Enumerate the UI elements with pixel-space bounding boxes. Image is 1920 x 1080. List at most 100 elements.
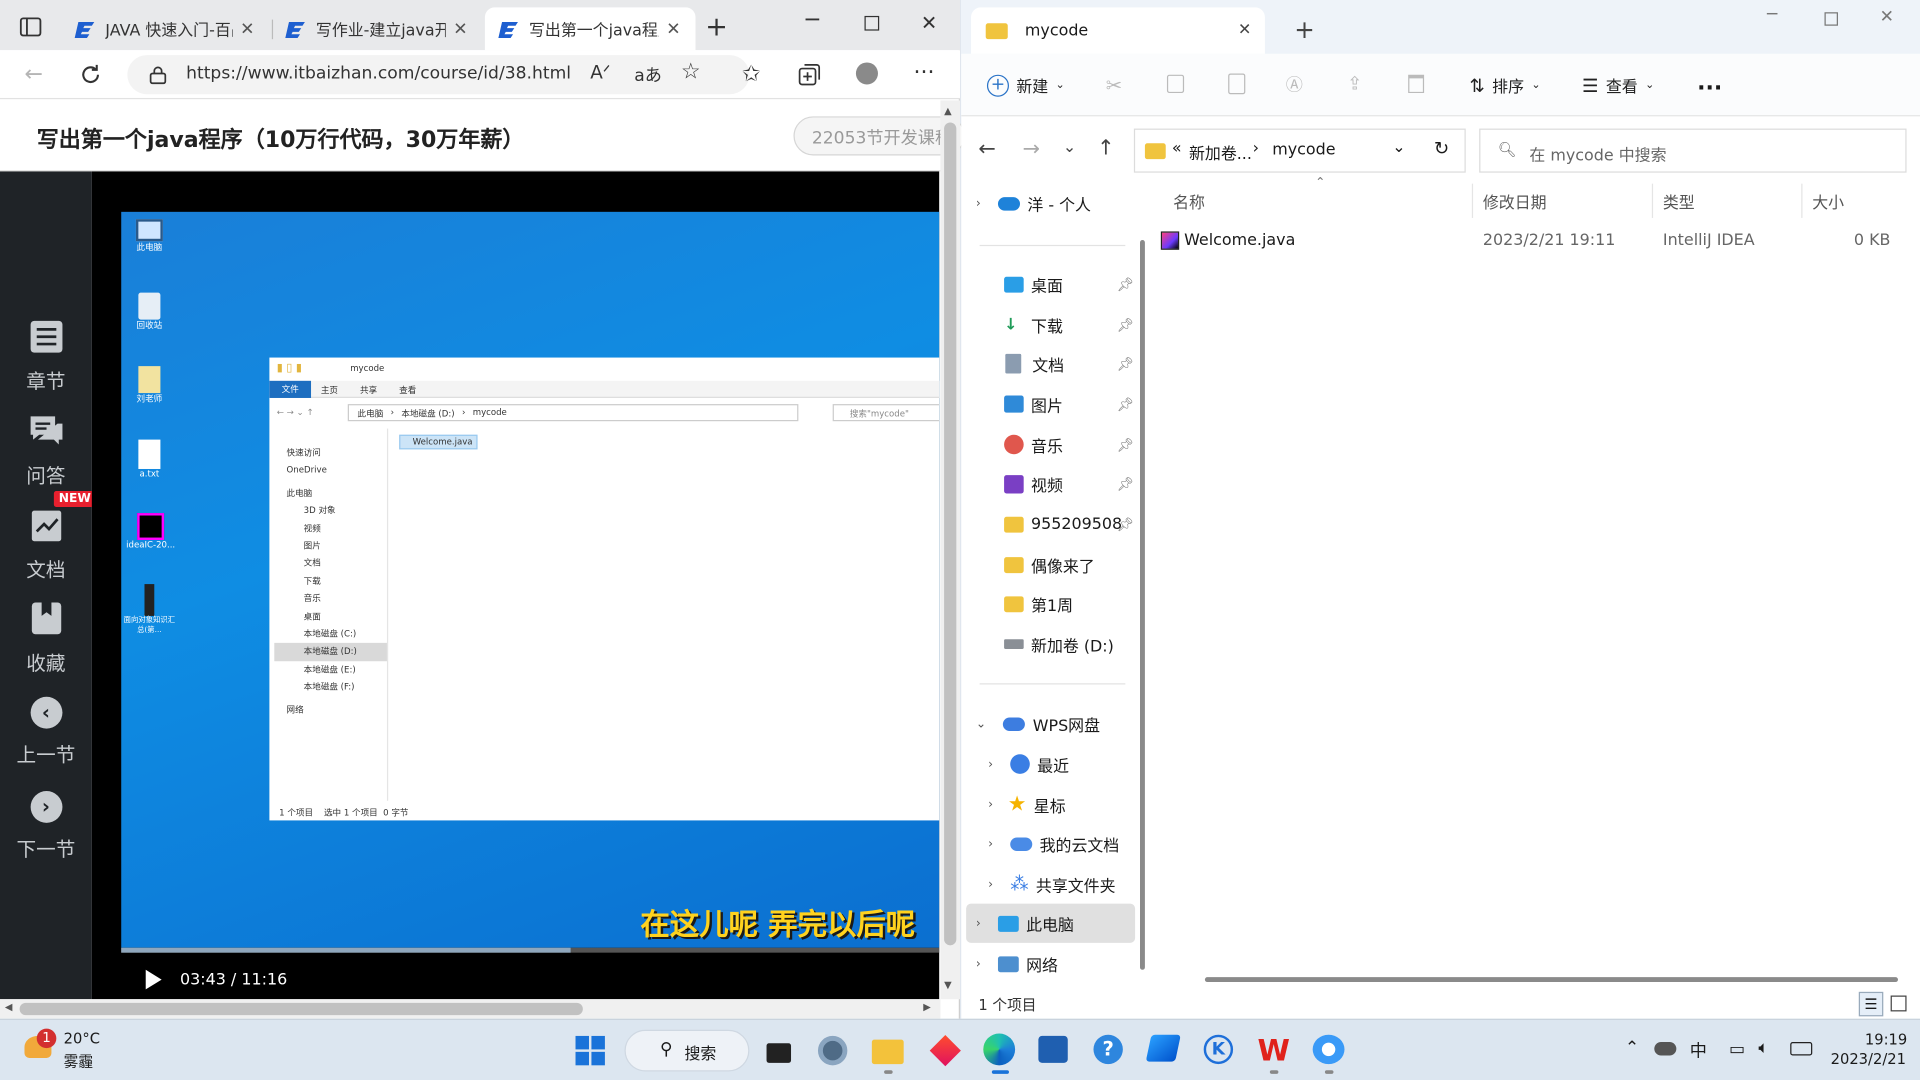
chevron-down-icon[interactable]: ⌄ — [1392, 138, 1405, 156]
clock-time[interactable]: 19:19 — [1865, 1031, 1907, 1048]
forward-icon[interactable]: → — [1022, 137, 1039, 161]
prev-lesson-button[interactable]: ‹ 上一节 — [0, 696, 92, 768]
new-button[interactable]: + 新建 ⌄ — [986, 73, 1065, 97]
store-icon[interactable] — [1038, 1035, 1075, 1073]
explorer-tab[interactable]: mycode ✕ — [971, 7, 1265, 54]
nav-item-network[interactable]: › 网络 — [961, 951, 1135, 975]
nav-item-shared-folder[interactable]: › ⁂ 共享文件夹 — [961, 872, 1135, 896]
app-cube-icon[interactable] — [1145, 1034, 1186, 1072]
nav-item-recent[interactable]: › 最近 — [961, 752, 1135, 776]
diamond-app-icon[interactable] — [929, 1035, 966, 1072]
nav-item-wps[interactable]: ⌄ WPS网盘 — [961, 711, 1135, 735]
nav-item-this-pc[interactable]: › 此电脑 — [961, 911, 1135, 935]
close-tab-icon[interactable]: ✕ — [451, 19, 471, 39]
table-row[interactable]: Welcome.java 2023/2/21 19:11 IntelliJ ID… — [1156, 225, 1905, 259]
weather-widget[interactable]: 1 20°C 雾霾 — [22, 1026, 120, 1073]
sort-button[interactable]: ⇅ 排序 ⌄ — [1469, 73, 1540, 97]
maximize-button[interactable] — [1824, 12, 1838, 26]
more-options-icon[interactable]: ... — [1697, 70, 1722, 96]
paste-icon[interactable] — [1228, 73, 1246, 95]
nav-item-personal[interactable]: › 洋 - 个人 — [961, 191, 1135, 215]
browser-tab-3-active[interactable]: 写出第一个java程序 ✕ — [484, 7, 696, 51]
start-button[interactable] — [574, 1035, 611, 1072]
next-lesson-button[interactable]: › 下一节 — [0, 791, 92, 862]
qa-button[interactable]: 问答 — [0, 413, 92, 489]
help-icon[interactable]: ? — [1093, 1034, 1130, 1072]
breadcrumb-bar[interactable]: « 新加卷... › mycode ⌄ ↻ — [1133, 128, 1466, 173]
nav-item-desktop[interactable]: 桌面 — [961, 272, 1135, 296]
ime-indicator[interactable]: 中 — [1690, 1038, 1707, 1062]
scrollbar-thumb[interactable] — [19, 1002, 583, 1016]
cut-icon[interactable]: ✂ — [1106, 73, 1122, 96]
taskbar-search[interactable]: ⚲ 搜索 — [624, 1029, 750, 1072]
translate-icon[interactable]: aあ — [634, 62, 662, 86]
nav-item-music[interactable]: 音乐 — [961, 432, 1135, 456]
video-frame[interactable]: 此电脑 回收站 刘老师 a.txt ideaIC-20... 面向对象知识汇总(… — [121, 211, 940, 948]
battery-icon[interactable] — [1790, 1042, 1813, 1056]
favorites-icon[interactable]: ✩ — [742, 61, 760, 87]
file-explorer-taskbar-icon[interactable] — [871, 1036, 909, 1073]
close-window-button[interactable]: ✕ — [921, 11, 937, 34]
nav-item-videos[interactable]: 视频 — [961, 471, 1135, 495]
tiles-view-icon[interactable] — [1890, 995, 1907, 1012]
edge-browser-icon[interactable] — [983, 1033, 1020, 1070]
back-icon[interactable]: ← — [978, 137, 995, 161]
refresh-icon[interactable]: ↻ — [1434, 137, 1449, 159]
clock-date[interactable]: 2023/2/21 — [1831, 1051, 1906, 1068]
favorites-button[interactable]: 收藏 — [0, 600, 92, 676]
tab-actions-icon[interactable] — [19, 17, 42, 37]
scrollbar-thumb[interactable] — [944, 122, 957, 946]
browser-vertical-scrollbar[interactable]: ▲ ▼ — [940, 100, 961, 1000]
nav-item-downloads[interactable]: ↓ 下载 — [961, 312, 1135, 336]
collections-icon[interactable] — [798, 64, 821, 86]
close-tab-icon[interactable]: ✕ — [1238, 21, 1251, 39]
close-tab-icon[interactable]: ✕ — [238, 19, 258, 39]
rename-icon[interactable]: Ⓐ — [1286, 72, 1303, 96]
video-progress-track[interactable] — [121, 947, 940, 953]
recent-dropdown-icon[interactable]: ⌄ — [1063, 138, 1076, 156]
wps-icon[interactable]: W — [1258, 1035, 1295, 1072]
nav-item-folder-idol[interactable]: 偶像来了 — [961, 552, 1135, 576]
nav-item-folder-955209508[interactable]: 955209508 — [961, 512, 1135, 536]
baidu-netdisk-icon[interactable] — [1312, 1034, 1350, 1072]
up-icon[interactable]: ↑ — [1097, 136, 1114, 160]
back-icon[interactable]: ← — [24, 61, 42, 87]
show-hidden-icons[interactable]: ⌃ — [1625, 1038, 1639, 1058]
share-icon[interactable]: ⇪ — [1347, 72, 1362, 94]
breadcrumb-parent[interactable]: 新加卷... — [1189, 141, 1252, 164]
nav-scrollbar[interactable] — [1140, 240, 1145, 970]
browser-menu-icon[interactable]: ··· — [913, 60, 934, 86]
close-window-button[interactable]: ✕ — [1880, 7, 1894, 27]
nav-item-my-cloud-docs[interactable]: › 我的云文档 — [961, 831, 1135, 855]
explorer-search-input[interactable]: 🔍︎ 在 mycode 中搜索 — [1479, 128, 1907, 173]
k-app-icon[interactable]: K — [1203, 1034, 1241, 1072]
nav-item-folder-week1[interactable]: 第1周 — [961, 591, 1135, 615]
nav-item-drive-d[interactable]: 新加卷 (D:) — [961, 632, 1135, 656]
browser-horizontal-scrollbar[interactable]: ◀ ▶ — [0, 999, 941, 1019]
nav-item-documents[interactable]: 文档 — [961, 351, 1135, 375]
nav-item-starred[interactable]: › ★ 星标 — [961, 792, 1135, 816]
new-tab-button[interactable]: + — [1294, 15, 1315, 44]
nav-item-pictures[interactable]: 图片 — [961, 392, 1135, 416]
onedrive-tray-icon[interactable] — [1654, 1042, 1677, 1056]
file-list-horizontal-scrollbar[interactable] — [1204, 977, 1898, 983]
browser-tab-1[interactable]: JAVA 快速入门-百战 ✕ — [61, 7, 269, 50]
site-search-input[interactable]: 22053节开发课程 — [793, 116, 965, 156]
delete-icon[interactable] — [1408, 74, 1425, 94]
refresh-icon[interactable] — [78, 62, 102, 86]
profile-avatar[interactable] — [855, 62, 878, 85]
browser-tab-2[interactable]: 写作业-建立java开发 ✕ — [272, 7, 483, 50]
view-button[interactable]: ☰ 查看 ⌄ — [1582, 73, 1654, 97]
column-header-type[interactable]: 类型 — [1663, 190, 1695, 213]
minimize-button[interactable]: ─ — [806, 7, 819, 33]
column-header-size[interactable]: 大小 — [1812, 190, 1844, 213]
video-player[interactable]: 此电脑 回收站 刘老师 a.txt ideaIC-20... 面向对象知识汇总(… — [91, 171, 940, 1000]
copy-icon[interactable] — [1166, 74, 1185, 94]
new-tab-button[interactable]: + — [705, 12, 728, 43]
close-tab-icon[interactable]: ✕ — [664, 19, 684, 39]
docs-button[interactable]: 文档 — [0, 507, 92, 583]
details-view-icon[interactable]: ☰ — [1858, 991, 1884, 1017]
add-favorite-icon[interactable]: ☆ — [681, 59, 701, 85]
breadcrumb-current[interactable]: mycode — [1272, 141, 1335, 159]
maximize-button[interactable] — [864, 15, 880, 31]
